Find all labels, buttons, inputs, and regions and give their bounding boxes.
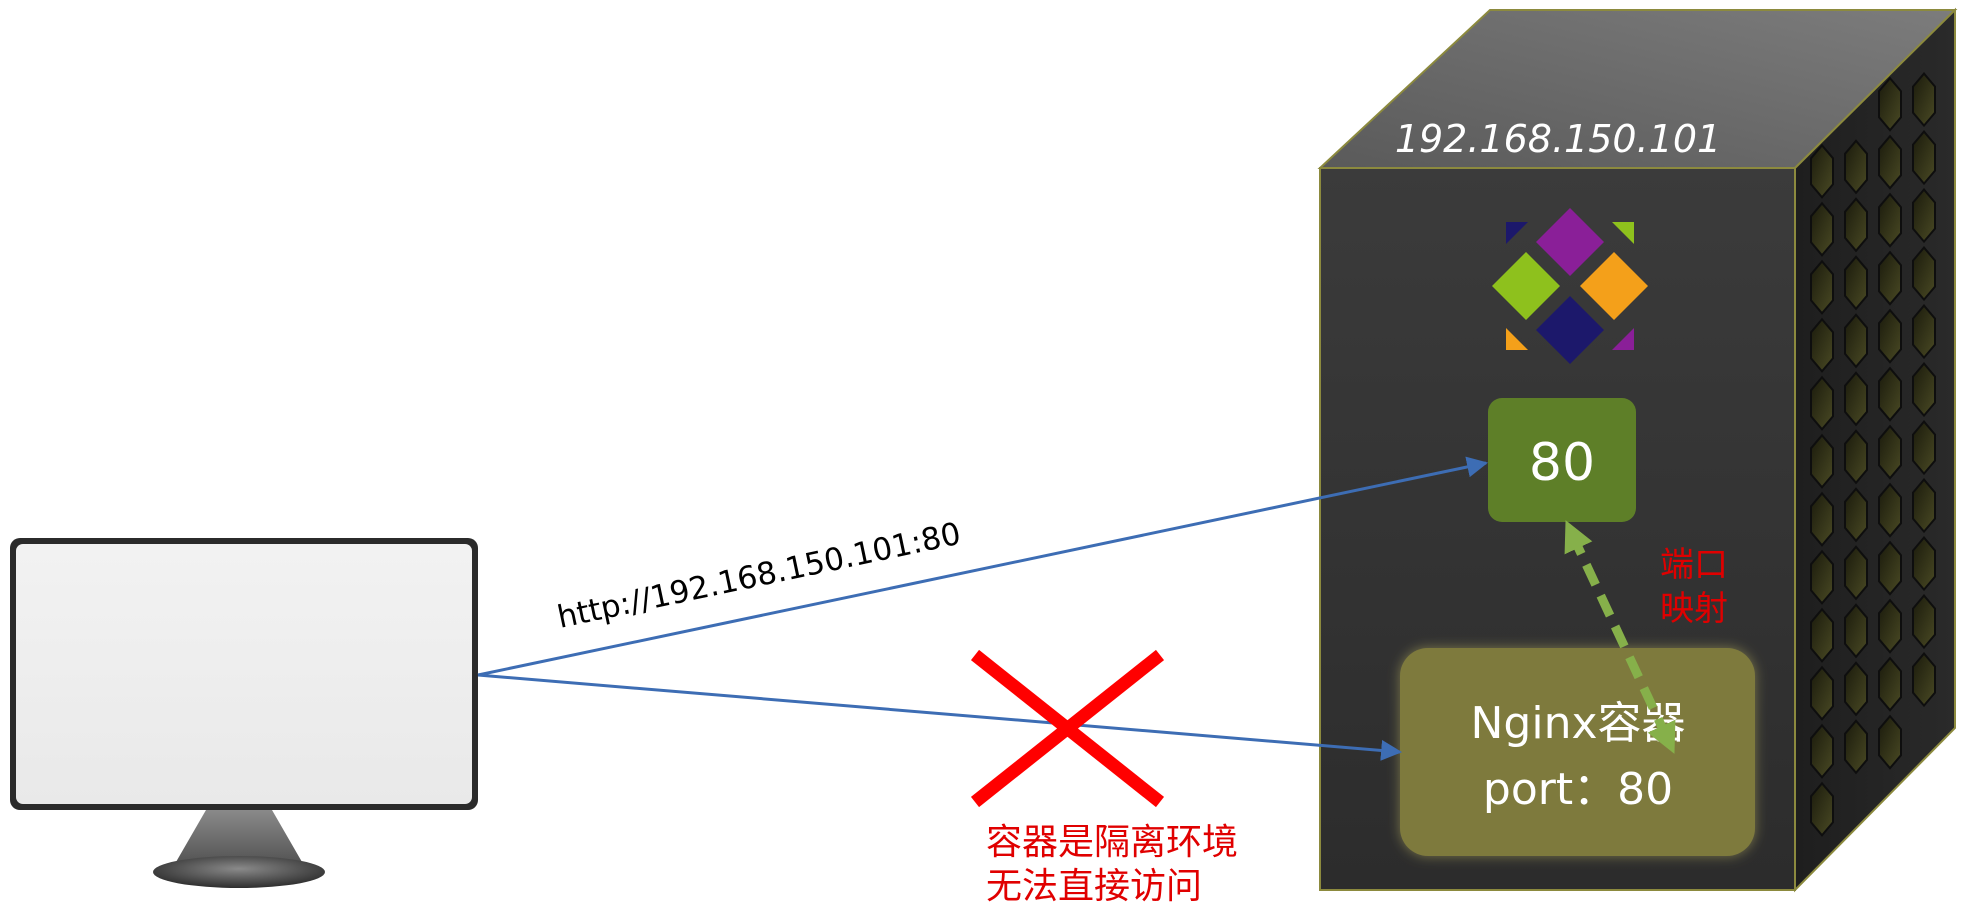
blocked-note-line2: 无法直接访问 xyxy=(986,866,1202,907)
monitor-base xyxy=(153,856,325,888)
blocked-note-line1: 容器是隔离环境 xyxy=(986,822,1238,863)
vent-hole xyxy=(1912,304,1936,360)
server-ip-label: 192.168.150.101 xyxy=(1395,117,1721,161)
vent-hole xyxy=(1844,255,1868,311)
vent-hole xyxy=(1810,665,1834,721)
vent-hole xyxy=(1810,607,1834,663)
vent-hole xyxy=(1810,549,1834,605)
vent-hole xyxy=(1912,594,1936,650)
vent-hole xyxy=(1878,250,1902,306)
vent-hole xyxy=(1810,143,1834,199)
request-url-label: http://192.168.150.101:80 xyxy=(554,516,964,636)
vent-hole xyxy=(1810,723,1834,779)
vent-hole xyxy=(1810,433,1834,489)
vent-hole xyxy=(1878,76,1902,132)
host-port-label: 80 xyxy=(1529,433,1595,493)
vent-hole xyxy=(1810,201,1834,257)
vent-hole xyxy=(1844,139,1868,195)
vent-hole xyxy=(1878,192,1902,248)
vent-hole xyxy=(1878,714,1902,770)
vent-hole xyxy=(1810,317,1834,373)
vent-hole xyxy=(1844,429,1868,485)
vent-hole xyxy=(1844,197,1868,253)
vent-hole xyxy=(1912,420,1936,476)
monitor-screen xyxy=(16,544,472,804)
port-mapping-label-line1: 端口 xyxy=(1660,545,1728,585)
monitor-stand xyxy=(176,810,302,862)
vent-hole xyxy=(1912,536,1936,592)
vent-hole xyxy=(1844,313,1868,369)
vent-hole xyxy=(1912,478,1936,534)
vent-hole xyxy=(1810,375,1834,431)
vent-hole xyxy=(1810,781,1834,837)
vent-hole xyxy=(1878,540,1902,596)
vent-hole xyxy=(1844,371,1868,427)
vent-hole xyxy=(1912,652,1936,708)
request-arrow-to-container xyxy=(477,673,1403,761)
vent-hole xyxy=(1878,366,1902,422)
vent-hole xyxy=(1878,424,1902,480)
vent-hole xyxy=(1912,188,1936,244)
port-mapping-label-line2: 映射 xyxy=(1660,589,1728,629)
vent-hole xyxy=(1912,130,1936,186)
vent-hole xyxy=(1844,719,1868,775)
vent-hole xyxy=(1878,482,1902,538)
network-diagram: 192.168.150.101 80 Nginx容器 port：80 端口 映射 xyxy=(10,7,1958,907)
vent-hole xyxy=(1844,545,1868,601)
vent-hole xyxy=(1878,134,1902,190)
diagram-stage: 192.168.150.101 80 Nginx容器 port：80 端口 映射 xyxy=(0,0,1967,912)
vent-hole xyxy=(1912,362,1936,418)
vent-hole xyxy=(1844,487,1868,543)
vent-hole xyxy=(1844,661,1868,717)
nginx-container-box xyxy=(1400,648,1755,856)
vent-hole xyxy=(1878,656,1902,712)
server: 192.168.150.101 80 Nginx容器 port：80 端口 映射 xyxy=(1317,7,1958,893)
vent-hole xyxy=(1810,491,1834,547)
vent-hole xyxy=(1844,603,1868,659)
container-port-label: port：80 xyxy=(1483,764,1673,815)
vent-hole xyxy=(1878,308,1902,364)
vent-hole xyxy=(1878,598,1902,654)
vent-hole xyxy=(1912,246,1936,302)
vent-hole xyxy=(1810,259,1834,315)
monitor-icon xyxy=(10,538,478,888)
vent-hole xyxy=(1912,72,1936,128)
